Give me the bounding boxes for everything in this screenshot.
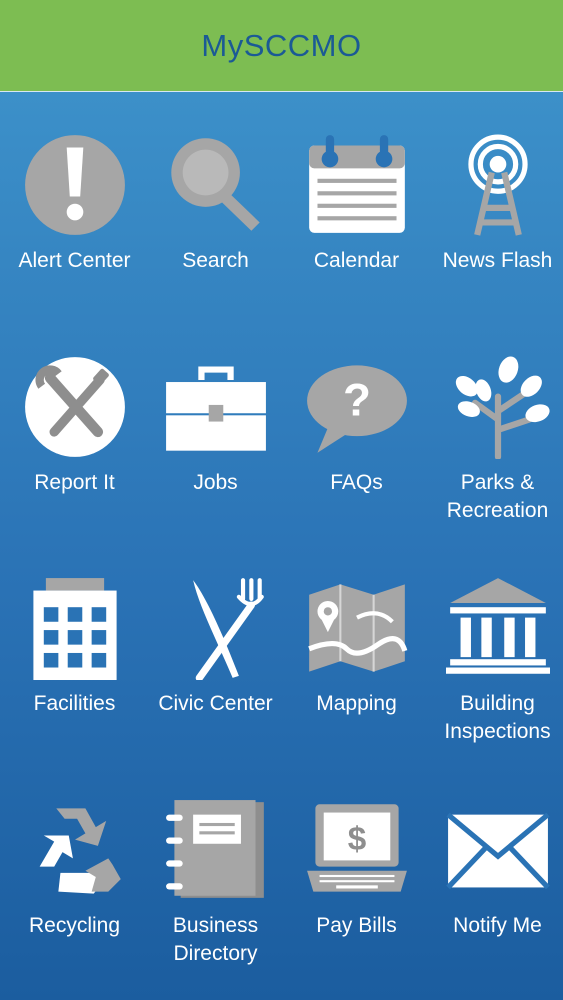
tile-recycling[interactable]: Recycling	[4, 795, 145, 940]
recycle-icon	[20, 795, 130, 905]
tile-grid: Alert Center Search Calendar News Flash …	[0, 92, 563, 1000]
tile-civic-center[interactable]: Civic Center	[145, 573, 286, 718]
app-title: MySCCMO	[201, 27, 362, 63]
tile-label: Building Inspections	[444, 692, 551, 743]
tile-label: Search	[182, 249, 249, 272]
tile-calendar[interactable]: Calendar	[286, 130, 427, 275]
svg-text:?: ?	[343, 374, 371, 425]
tile-report-it[interactable]: Report It	[4, 352, 145, 497]
search-icon	[161, 130, 271, 240]
tile-news-flash[interactable]: News Flash	[427, 130, 563, 275]
app-header: MySCCMO	[0, 0, 563, 92]
question-bubble-icon: ?	[302, 352, 412, 462]
tile-label: Facilities	[33, 692, 116, 715]
broadcast-tower-icon	[443, 130, 553, 240]
tile-pay-bills[interactable]: $ Pay Bills	[286, 795, 427, 940]
tile-notify-me[interactable]: Notify Me	[427, 795, 563, 940]
tile-faqs[interactable]: ? FAQs	[286, 352, 427, 497]
tile-label: FAQs	[330, 471, 383, 494]
envelope-icon	[443, 795, 553, 905]
tile-label: Alert Center	[18, 249, 131, 272]
tile-facilities[interactable]: Facilities	[4, 573, 145, 718]
tile-label: Notify Me	[453, 914, 542, 937]
tile-jobs[interactable]: Jobs	[145, 352, 286, 497]
tile-label: Recycling	[28, 914, 121, 937]
tile-label: Calendar	[313, 249, 400, 272]
fork-knife-icon	[161, 573, 271, 683]
tile-mapping[interactable]: Mapping	[286, 573, 427, 718]
laptop-dollar-icon: $	[302, 795, 412, 905]
svg-text:$: $	[347, 821, 366, 858]
tile-label: Report It	[34, 471, 115, 494]
notebook-icon	[161, 795, 271, 905]
tile-label: News Flash	[442, 249, 553, 272]
tile-label: Mapping	[316, 692, 397, 715]
tile-label: Jobs	[193, 471, 238, 494]
map-icon	[302, 573, 412, 683]
tile-label: Civic Center	[158, 692, 273, 715]
calendar-icon	[302, 130, 412, 240]
briefcase-icon	[161, 352, 271, 462]
tile-business-directory[interactable]: Business Directory	[145, 795, 286, 968]
tile-search[interactable]: Search	[145, 130, 286, 275]
tile-parks-recreation[interactable]: Parks & Recreation	[427, 352, 563, 525]
alert-icon	[20, 130, 130, 240]
tile-label: Parks & Recreation	[446, 471, 549, 522]
tile-alert-center[interactable]: Alert Center	[4, 130, 145, 275]
tile-building-inspections[interactable]: Building Inspections	[427, 573, 563, 746]
courthouse-icon	[443, 573, 553, 683]
tile-label: Business Directory	[172, 914, 259, 965]
tile-label: Pay Bills	[316, 914, 397, 937]
tree-icon	[443, 352, 553, 462]
building-icon	[20, 573, 130, 683]
tools-icon	[20, 352, 130, 462]
